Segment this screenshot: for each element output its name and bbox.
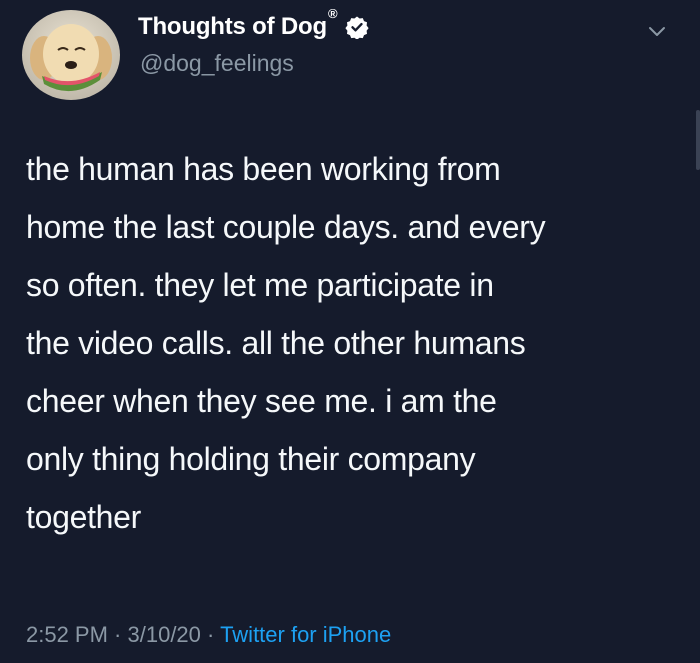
dog-avatar-icon xyxy=(22,10,120,100)
user-handle[interactable]: @dog_feelings xyxy=(140,50,294,77)
meta-separator: · xyxy=(107,622,128,647)
chevron-down-icon[interactable] xyxy=(646,20,668,42)
display-name[interactable]: Thoughts of Dog® xyxy=(138,6,338,41)
meta-separator: · xyxy=(200,622,221,647)
tweet-card: Thoughts of Dog® @dog_feelings the human… xyxy=(0,0,700,663)
scrollbar[interactable] xyxy=(696,110,700,170)
tweet-line: so often. they let me participate in xyxy=(26,267,494,303)
tweet-time[interactable]: 2:52 PM xyxy=(26,622,108,647)
tweet-line: cheer when they see me. i am the xyxy=(26,383,497,419)
name-row: Thoughts of Dog® xyxy=(138,6,369,44)
avatar[interactable] xyxy=(22,10,120,100)
tweet-line: the video calls. all the other humans xyxy=(26,325,526,361)
tweet-source-link[interactable]: Twitter for iPhone xyxy=(220,622,391,647)
verified-badge-icon xyxy=(345,15,369,40)
tweet-line: home the last couple days. and every xyxy=(26,209,546,245)
tweet-text: the human has been working from home the… xyxy=(26,140,686,546)
registered-mark: ® xyxy=(327,6,338,21)
display-name-text[interactable]: Thoughts of Dog xyxy=(138,13,327,40)
tweet-line: the human has been working from xyxy=(26,151,501,187)
tweet-date[interactable]: 3/10/20 xyxy=(128,622,201,647)
tweet-meta: 2:52 PM · 3/10/20 · Twitter for iPhone xyxy=(26,622,391,648)
tweet-line: only thing holding their company xyxy=(26,441,476,477)
tweet-line: together xyxy=(26,499,142,535)
